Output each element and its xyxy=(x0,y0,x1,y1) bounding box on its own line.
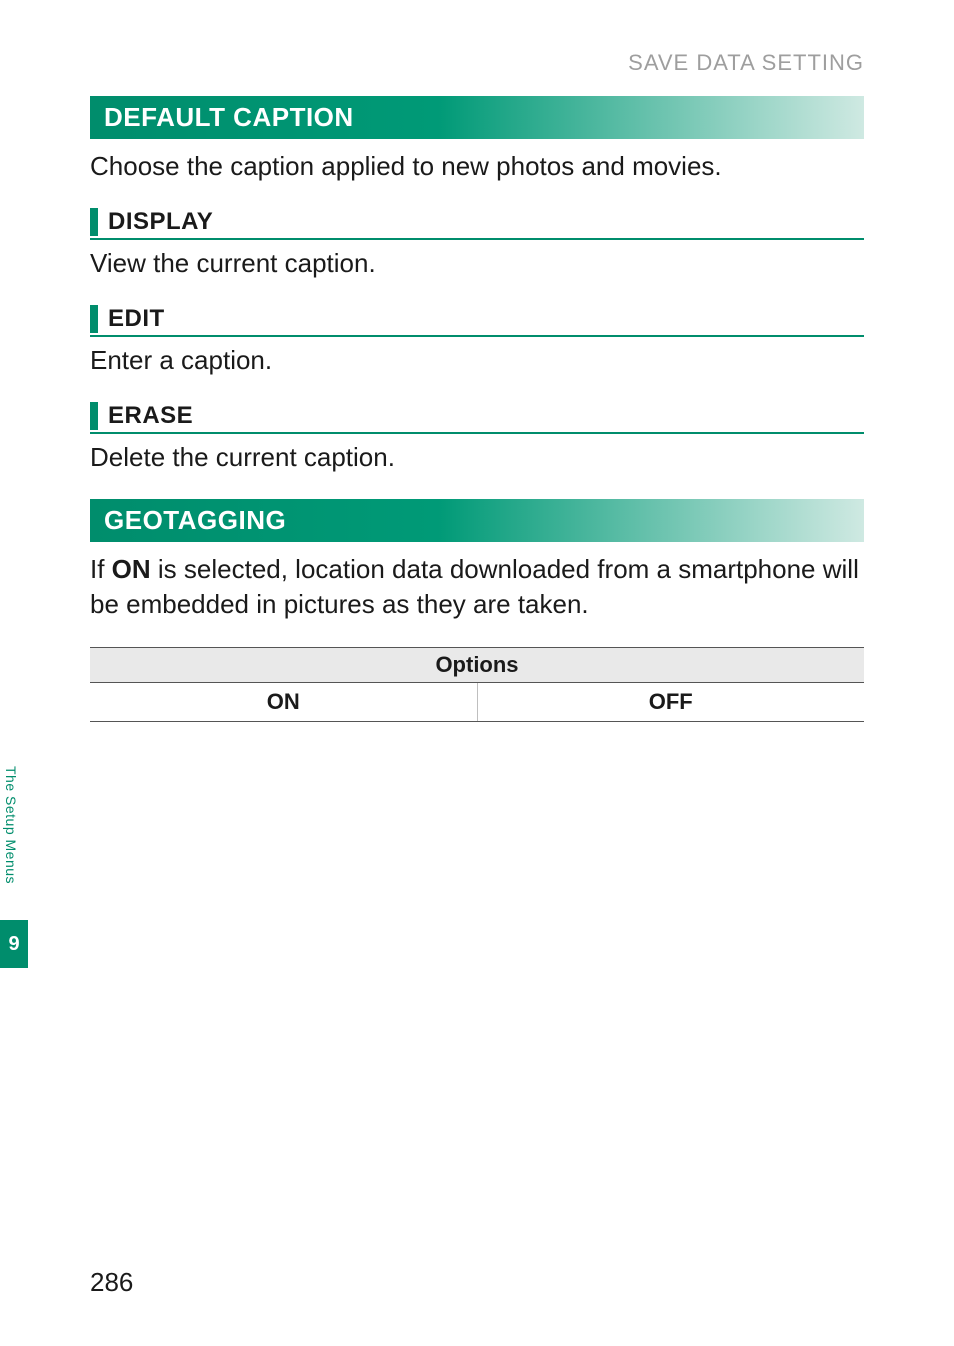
geotagging-intro-prefix: If xyxy=(90,554,112,584)
edit-text: Enter a caption. xyxy=(90,343,864,378)
option-off: OFF xyxy=(477,682,864,721)
geotagging-intro: If ON is selected, location data downloa… xyxy=(90,552,864,622)
geotagging-intro-bold: ON xyxy=(112,554,151,584)
geotagging-options-table: Options ON OFF xyxy=(90,647,864,722)
subsection-edit: EDIT xyxy=(90,305,864,337)
table-row: ON OFF xyxy=(90,682,864,721)
subsection-edit-title: EDIT xyxy=(108,305,165,333)
running-title: SAVE DATA SETTING xyxy=(90,50,864,76)
subsection-display: DISPLAY xyxy=(90,208,864,240)
accent-bar-icon xyxy=(90,305,98,333)
accent-bar-icon xyxy=(90,208,98,236)
accent-bar-icon xyxy=(90,402,98,430)
page-number: 286 xyxy=(90,1267,133,1298)
section-heading-geotagging: GEOTAGGING xyxy=(90,499,864,542)
subsection-display-title: DISPLAY xyxy=(108,208,213,236)
option-on: ON xyxy=(90,682,477,721)
erase-text: Delete the current caption. xyxy=(90,440,864,475)
options-header-cell: Options xyxy=(90,647,864,682)
subsection-erase-title: ERASE xyxy=(108,402,193,430)
geotagging-intro-suffix: is selected, location data downloaded fr… xyxy=(90,554,859,619)
page: SAVE DATA SETTING DEFAULT CAPTION Choose… xyxy=(0,0,954,1346)
default-caption-intro: Choose the caption applied to new photos… xyxy=(90,149,864,184)
display-text: View the current caption. xyxy=(90,246,864,281)
table-header-row: Options xyxy=(90,647,864,682)
side-chapter-number: 9 xyxy=(0,920,28,968)
section-heading-default-caption: DEFAULT CAPTION xyxy=(90,96,864,139)
subsection-erase: ERASE xyxy=(90,402,864,434)
side-tab-label: The Setup Menus xyxy=(0,740,22,910)
